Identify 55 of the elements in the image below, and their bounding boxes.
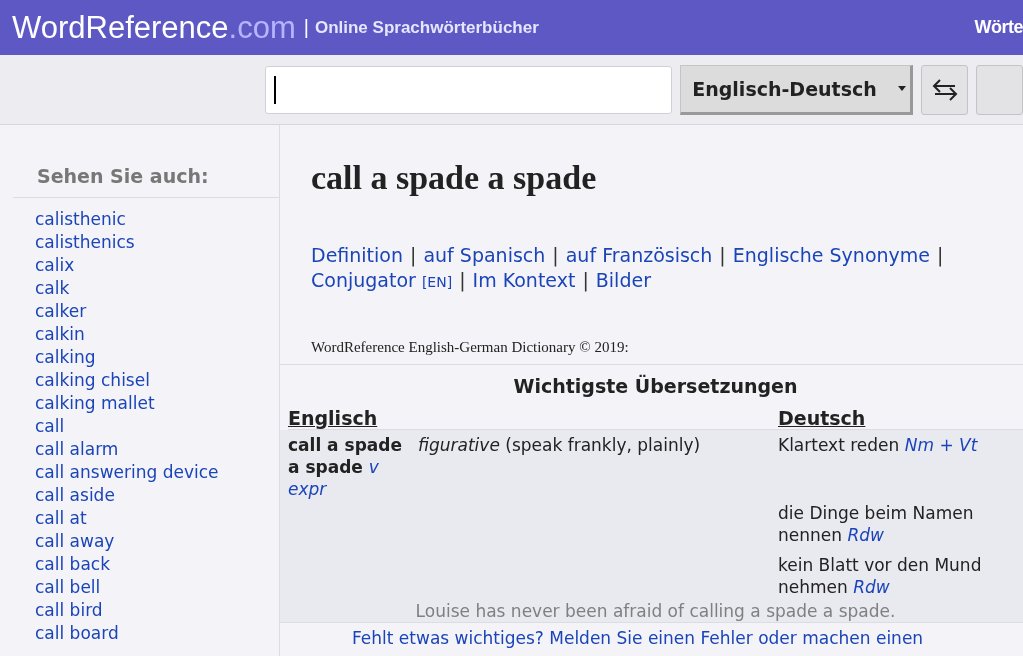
sidebar-link[interactable]: calisthenics bbox=[35, 231, 279, 254]
sidebar-link[interactable]: call bell bbox=[35, 576, 279, 599]
sidebar-link[interactable]: call aside bbox=[35, 484, 279, 507]
tagline: Online Sprachwörterbücher bbox=[314, 17, 539, 38]
toolbar-button[interactable] bbox=[976, 64, 1023, 115]
sidebar-link[interactable]: call at bbox=[35, 507, 279, 530]
caret-icon bbox=[898, 86, 906, 91]
translation: Klartext reden Nm + Vt bbox=[778, 434, 979, 456]
logo[interactable]: WordReference bbox=[12, 9, 229, 46]
separator: | bbox=[410, 243, 417, 268]
separator: | bbox=[552, 243, 559, 268]
sidebar-link[interactable]: call board bbox=[35, 622, 279, 645]
entry-link[interactable]: auf Französisch bbox=[565, 243, 713, 268]
source-term: call a spade a spade v expr bbox=[288, 434, 403, 501]
entry-link[interactable]: Im Kontext bbox=[472, 268, 576, 295]
search-field[interactable] bbox=[265, 65, 673, 114]
separator: | bbox=[582, 268, 589, 294]
language-select[interactable]: Englisch-Deutsch bbox=[680, 64, 913, 115]
translation: die Dinge beim Namen nennen Rdw bbox=[778, 502, 975, 546]
separator: | bbox=[459, 268, 466, 294]
sidebar-link[interactable]: call alarm bbox=[35, 438, 279, 461]
separator: | bbox=[937, 243, 944, 268]
sidebar-heading: Sehen Sie auch: bbox=[13, 165, 279, 198]
sidebar-link[interactable]: calking mallet bbox=[35, 392, 279, 415]
sidebar-link[interactable]: call answering device bbox=[35, 461, 279, 484]
column-header: Englisch bbox=[288, 407, 379, 429]
sense-note: figurative (speak frankly, plainly) bbox=[418, 434, 702, 457]
sidebar-link[interactable]: calking bbox=[35, 346, 279, 369]
separator: | bbox=[303, 16, 309, 39]
sidebar-link[interactable]: calisthenic bbox=[35, 208, 279, 231]
sidebar-link[interactable]: calker bbox=[35, 300, 279, 323]
report-link[interactable]: Fehlt etwas wichtiges? Melden Sie einen Fehler oder machen einen bbox=[280, 622, 1023, 648]
entry-link[interactable]: Englische Synonyme bbox=[732, 243, 930, 268]
entry-link[interactable]: Definition bbox=[311, 243, 403, 268]
sidebar-link[interactable]: calk bbox=[35, 277, 279, 300]
sidebar-link[interactable]: call bbox=[35, 415, 279, 438]
swap-button[interactable] bbox=[921, 64, 968, 115]
column-header: Deutsch bbox=[778, 407, 867, 429]
sidebar-link[interactable]: call back bbox=[35, 553, 279, 576]
sidebar-link[interactable]: calking chisel bbox=[35, 369, 279, 392]
swap-icon bbox=[931, 78, 958, 101]
separator: | bbox=[719, 243, 726, 268]
sidebar-link[interactable]: calix bbox=[35, 254, 279, 277]
entry-title: call a spade a spade bbox=[310, 158, 598, 197]
entry-link[interactable]: auf Spanisch bbox=[423, 243, 546, 268]
translation: kein Blatt vor den Mund nehmen Rdw bbox=[778, 554, 983, 598]
sidebar-link[interactable]: calkin bbox=[35, 323, 279, 346]
entry-link[interactable]: Conjugator [EN] bbox=[311, 268, 453, 295]
example-sentence: Louise has never been afraid of calling a spade a spade. bbox=[414, 600, 897, 622]
copyright-note: WordReference English-German Dictionary © 2019: bbox=[280, 295, 1023, 365]
entry-link[interactable]: Bilder bbox=[595, 268, 651, 295]
nav-link[interactable]: Wörte bbox=[974, 17, 1023, 38]
table-title: Wichtigste Übersetzungen bbox=[512, 373, 799, 399]
sidebar-link[interactable]: call bird bbox=[35, 599, 279, 622]
sidebar-link[interactable]: call away bbox=[35, 530, 279, 553]
